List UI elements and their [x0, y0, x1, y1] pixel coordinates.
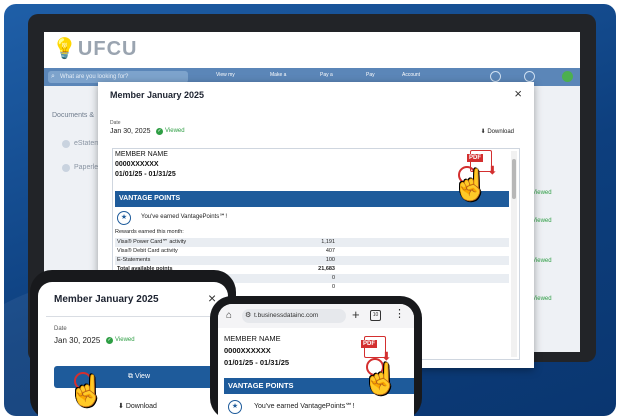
scrollbar-thumb[interactable] [512, 159, 516, 199]
check-icon: ✓ [106, 337, 113, 344]
date-label: Date [54, 326, 67, 332]
date-label: Date [110, 120, 121, 126]
account-number: 0000XXXXXX [115, 161, 159, 168]
earned-text: You've earned VantagePoints℠! [141, 214, 227, 220]
url-bar[interactable]: ⚙ t.businessdatainc.com [242, 309, 346, 323]
account-number: 0000XXXXXX [224, 346, 271, 355]
vantage-badge-icon: ★ [117, 211, 131, 225]
browser-toolbar: ⌂ ⚙ t.businessdatainc.com + 10 ⋮ [218, 304, 414, 328]
statement-date: Jan 30, 2025 [54, 336, 101, 345]
close-icon[interactable]: × [514, 86, 522, 101]
sidebar-item-paperless[interactable]: Paperles [60, 164, 102, 172]
document-icon [62, 140, 70, 148]
table-row: Visa® Power Card℠ activity 1,191 [115, 238, 509, 247]
ufcu-logo[interactable]: 💡UFCU [52, 36, 137, 61]
tabs-icon[interactable]: 10 [370, 310, 381, 321]
viewed-badge: ✓ Viewed [156, 128, 185, 135]
viewed-status: Viewed [532, 190, 552, 196]
table-row: E-Statements 100 [115, 256, 509, 265]
statement-period: 01/01/25 - 01/31/25 [115, 171, 176, 178]
table-row: Visa® Debit Card activity 407 [117, 248, 335, 254]
sidebar-title: Documents & [52, 112, 95, 119]
viewed-badge: ✓ Viewed [106, 337, 135, 344]
viewed-status: Viewed [532, 218, 552, 224]
home-icon[interactable]: ⌂ [226, 310, 232, 321]
help-icon[interactable] [524, 71, 535, 82]
modal-title: Member January 2025 [54, 294, 159, 305]
phone-left-screen: Member January 2025 × Date Jan 30, 2025 … [38, 282, 228, 420]
divider [46, 316, 220, 317]
statement-date: Jan 30, 2025 [110, 128, 151, 135]
sidebar-item-estatements[interactable]: eStatem [60, 140, 100, 148]
site-settings-icon: ⚙ [245, 312, 252, 319]
nav-item-make[interactable]: Make a [270, 72, 286, 78]
scrollbar[interactable] [511, 151, 517, 357]
document-icon [62, 164, 70, 172]
check-icon: ✓ [156, 128, 163, 135]
pointing-hand-icon: ☝ [452, 169, 490, 202]
download-button[interactable]: ⬇ Download [118, 402, 157, 410]
download-button[interactable]: ⬇ Download [481, 128, 514, 135]
nav-item-view[interactable]: View my [216, 72, 235, 78]
nav-item-account[interactable]: Account [402, 72, 420, 78]
nav-item-pay-a[interactable]: Pay a [320, 72, 333, 78]
pointing-hand-icon: ☝ [68, 375, 106, 408]
vantage-badge-icon: ★ [228, 400, 242, 414]
notification-icon[interactable] [490, 71, 501, 82]
member-name: MEMBER NAME [115, 151, 168, 158]
pointing-hand-icon: ☝ [362, 363, 400, 396]
pdf-icon[interactable]: PDF ⬇ [361, 336, 391, 363]
viewed-status: Viewed [532, 296, 552, 302]
viewed-status: Viewed [532, 258, 552, 264]
nav-item-pay[interactable]: Pay [366, 72, 375, 78]
statement-period: 01/01/25 - 01/31/25 [224, 358, 290, 367]
modal-title: Member January 2025 [110, 90, 205, 100]
avatar[interactable] [562, 71, 573, 82]
more-menu-icon[interactable]: ⋮ [394, 307, 405, 320]
site-header: 💡UFCU [44, 32, 580, 68]
lightbulb-icon: 💡 [52, 38, 78, 60]
vantage-points-header: VANTAGE POINTS [115, 191, 509, 207]
search-icon: ⌕ [51, 73, 55, 80]
external-link-icon: ⧉ [128, 373, 135, 380]
new-tab-icon[interactable]: + [352, 307, 360, 322]
earned-text: You've earned VantagePoints℠! [254, 403, 355, 410]
member-name: MEMBER NAME [224, 334, 281, 343]
download-icon: ⬇ [118, 403, 126, 410]
rewards-title: Rewards earned this month: [115, 229, 184, 235]
